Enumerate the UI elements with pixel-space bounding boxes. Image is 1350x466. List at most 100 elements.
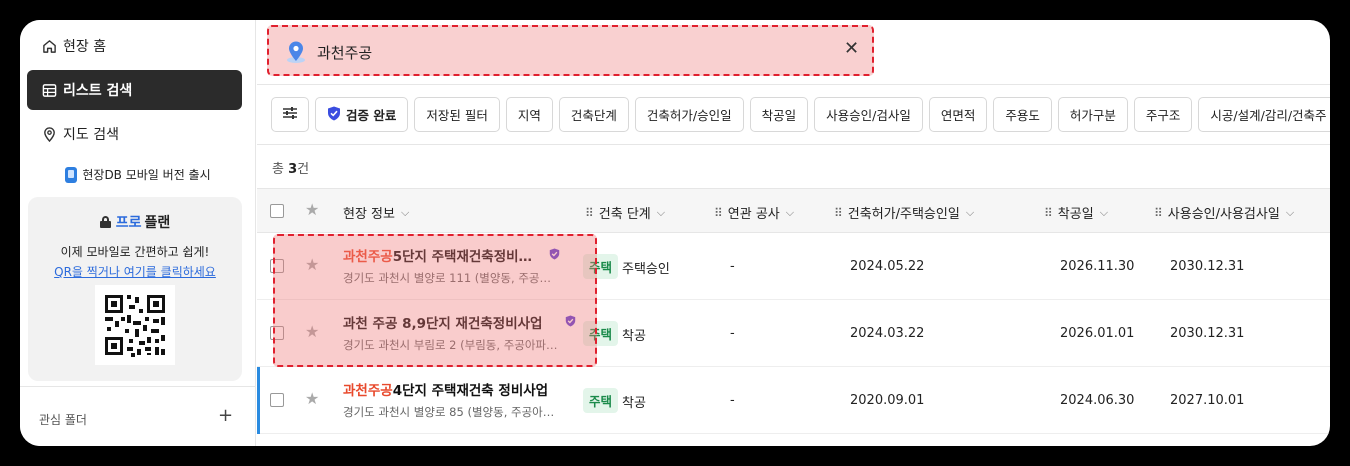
- filter-chip-approval-date[interactable]: 사용승인/검사일: [814, 97, 923, 132]
- search-input[interactable]: 과천주공: [317, 42, 372, 63]
- home-icon: [41, 38, 57, 54]
- mobile-phone-icon: [65, 166, 78, 183]
- search-bar[interactable]: 과천주공 ✕: [267, 25, 874, 76]
- select-all-checkbox[interactable]: [270, 204, 284, 218]
- pro-plan-card: 프로 플랜 이제 모바일로 간편하고 쉽게! QR을 찍거나 여기를 클릭하세요: [28, 197, 242, 381]
- permit-date-cell: 2024.05.22: [850, 259, 925, 274]
- column-header-permit[interactable]: ⠿ 건축허가/주택승인일 ⌵: [834, 203, 975, 223]
- approval-date-cell: 2030.12.31: [1170, 326, 1245, 341]
- map-pin-icon: [41, 126, 57, 142]
- filter-bar: 검증 완료 저장된 필터 지역 건축단계 건축허가/승인일 착공일 사용승인/검…: [271, 97, 1330, 132]
- pro-plan-title: 프로 플랜: [28, 212, 242, 232]
- result-count-number: 3: [288, 162, 298, 177]
- row-selected-indicator: [257, 367, 260, 434]
- start-date-cell: 2024.06.30: [1060, 393, 1135, 408]
- column-stage-label: 건축 단계: [598, 207, 651, 222]
- drag-handle-icon[interactable]: ⠿: [834, 206, 843, 220]
- filter-chip-stage[interactable]: 건축단계: [558, 97, 629, 132]
- filter-chip-floor-area[interactable]: 연면적: [928, 97, 988, 132]
- nav-map-label: 지도 검색: [63, 127, 119, 143]
- column-header-approval[interactable]: ⠿ 사용승인/사용검사일 ⌵: [1154, 203, 1295, 223]
- star-icon: ★: [305, 200, 320, 219]
- chevron-down-icon: ⌵: [400, 205, 410, 219]
- verified-filter-label: 검증 완료: [346, 108, 397, 123]
- column-related-label: 연관 공사: [727, 207, 780, 222]
- chevron-down-icon: ⌵: [965, 205, 975, 219]
- sidebar: 현장 홈 리스트 검색 지도 검색 현장DB 모바일 버전 출시 프로 플랜 이…: [20, 20, 256, 446]
- permit-date-cell: 2020.09.01: [850, 393, 925, 408]
- device-frame: 현장 홈 리스트 검색 지도 검색 현장DB 모바일 버전 출시 프로 플랜 이…: [0, 0, 1350, 466]
- qr-code-image[interactable]: [95, 285, 175, 365]
- title-text: 4단지 주택재건축 정비사업: [392, 383, 549, 399]
- result-count-suffix: 건: [297, 162, 310, 177]
- table-icon: [41, 82, 57, 98]
- drag-handle-icon[interactable]: ⠿: [1154, 206, 1163, 220]
- column-header-stage[interactable]: ⠿ 건축 단계 ⌵: [585, 203, 666, 223]
- nav-list-search[interactable]: 리스트 검색: [27, 70, 242, 110]
- related-cell: -: [730, 259, 735, 274]
- star-icon[interactable]: ★: [305, 389, 319, 408]
- clear-search-icon[interactable]: ✕: [844, 38, 859, 59]
- interest-folder-label: 관심 폴더: [39, 413, 87, 427]
- chevron-down-icon: ⌵: [785, 205, 795, 219]
- column-header-related[interactable]: ⠿ 연관 공사 ⌵: [714, 203, 795, 223]
- chevron-down-icon: ⌵: [1099, 205, 1109, 219]
- location-pin-icon: [285, 40, 307, 68]
- divider: [257, 144, 1330, 145]
- site-title[interactable]: 과천주공4단지 주택재건축 정비사업: [343, 379, 548, 399]
- chevron-down-icon: ⌵: [656, 205, 666, 219]
- building-type-badge: 주택: [583, 388, 619, 413]
- highlight-annotation-box: [273, 234, 597, 367]
- filter-chip-saved[interactable]: 저장된 필터: [414, 97, 500, 132]
- approval-date-cell: 2027.10.01: [1170, 393, 1245, 408]
- nav-map-search[interactable]: 지도 검색: [27, 114, 242, 154]
- related-cell: -: [730, 326, 735, 341]
- column-info-label: 현장 정보: [343, 207, 395, 222]
- nav-home[interactable]: 현장 홈: [27, 26, 242, 66]
- table-row[interactable]: ★ 과천주공4단지 주택재건축 정비사업 경기도 과천시 별양로 85 (별양동…: [257, 367, 1330, 434]
- lock-icon: [99, 216, 111, 228]
- column-header-info[interactable]: 현장 정보 ⌵: [343, 203, 410, 223]
- filter-chip-permit-date[interactable]: 건축허가/승인일: [634, 97, 744, 132]
- filter-chip-contractor[interactable]: 시공/설계/감리/건축주: [1198, 97, 1330, 132]
- filter-chip-permit-type[interactable]: 허가구분: [1057, 97, 1128, 132]
- main-content: 과천주공 ✕ 검증 완료 저장된 필터 지역 건축단계 건축허가/승인일 착공일…: [257, 20, 1330, 446]
- add-folder-button[interactable]: +: [218, 405, 233, 426]
- chevron-down-icon: ⌵: [1285, 205, 1295, 219]
- site-address: 경기도 과천시 별양로 85 (별양동, 주공아…: [343, 405, 555, 419]
- permit-date-cell: 2024.03.22: [850, 326, 925, 341]
- stage-text: 착공: [622, 329, 646, 344]
- pro-plan-link[interactable]: QR을 찍거나 여기를 클릭하세요: [28, 263, 242, 280]
- column-start-label: 착공일: [1057, 207, 1094, 222]
- column-header-start[interactable]: ⠿ 착공일 ⌵: [1044, 203, 1109, 223]
- filter-settings-button[interactable]: [271, 97, 309, 132]
- approval-date-cell: 2030.12.31: [1170, 259, 1245, 274]
- pro-label: 프로: [115, 215, 142, 231]
- filter-chip-region[interactable]: 지역: [505, 97, 553, 132]
- drag-handle-icon[interactable]: ⠿: [585, 206, 594, 220]
- table-header: ★ 현장 정보 ⌵ ⠿ 건축 단계 ⌵ ⠿ 연관 공사 ⌵ ⠿ 건축허가/주택승…: [257, 188, 1330, 233]
- verified-shield-icon: [327, 106, 341, 124]
- sliders-icon: [282, 106, 298, 123]
- drag-handle-icon[interactable]: ⠿: [1044, 206, 1053, 220]
- plan-label: 플랜: [144, 215, 171, 231]
- app-screen: 현장 홈 리스트 검색 지도 검색 현장DB 모바일 버전 출시 프로 플랜 이…: [20, 20, 1330, 446]
- title-highlight: 과천주공: [343, 383, 393, 399]
- mobile-release-banner[interactable]: 현장DB 모바일 버전 출시: [20, 166, 256, 183]
- start-date-cell: 2026.11.30: [1060, 259, 1135, 274]
- stage-text: 주택승인: [622, 262, 670, 277]
- stage-text: 착공: [622, 396, 646, 411]
- filter-chip-structure[interactable]: 주구조: [1133, 97, 1193, 132]
- row-checkbox[interactable]: [270, 393, 284, 407]
- pro-plan-description: 이제 모바일로 간편하고 쉽게!: [60, 245, 210, 259]
- filter-chip-main-use[interactable]: 주용도: [993, 97, 1052, 132]
- start-date-cell: 2026.01.01: [1060, 326, 1135, 341]
- divider: [257, 84, 1330, 85]
- filter-chip-start-date[interactable]: 착공일: [749, 97, 809, 132]
- nav-home-label: 현장 홈: [63, 39, 107, 55]
- drag-handle-icon[interactable]: ⠿: [714, 206, 723, 220]
- column-approval-label: 사용승인/사용검사일: [1167, 207, 1280, 222]
- verified-filter-chip[interactable]: 검증 완료: [315, 97, 409, 132]
- nav-list-label: 리스트 검색: [63, 83, 133, 99]
- mobile-banner-text: 현장DB 모바일 버전 출시: [82, 168, 211, 182]
